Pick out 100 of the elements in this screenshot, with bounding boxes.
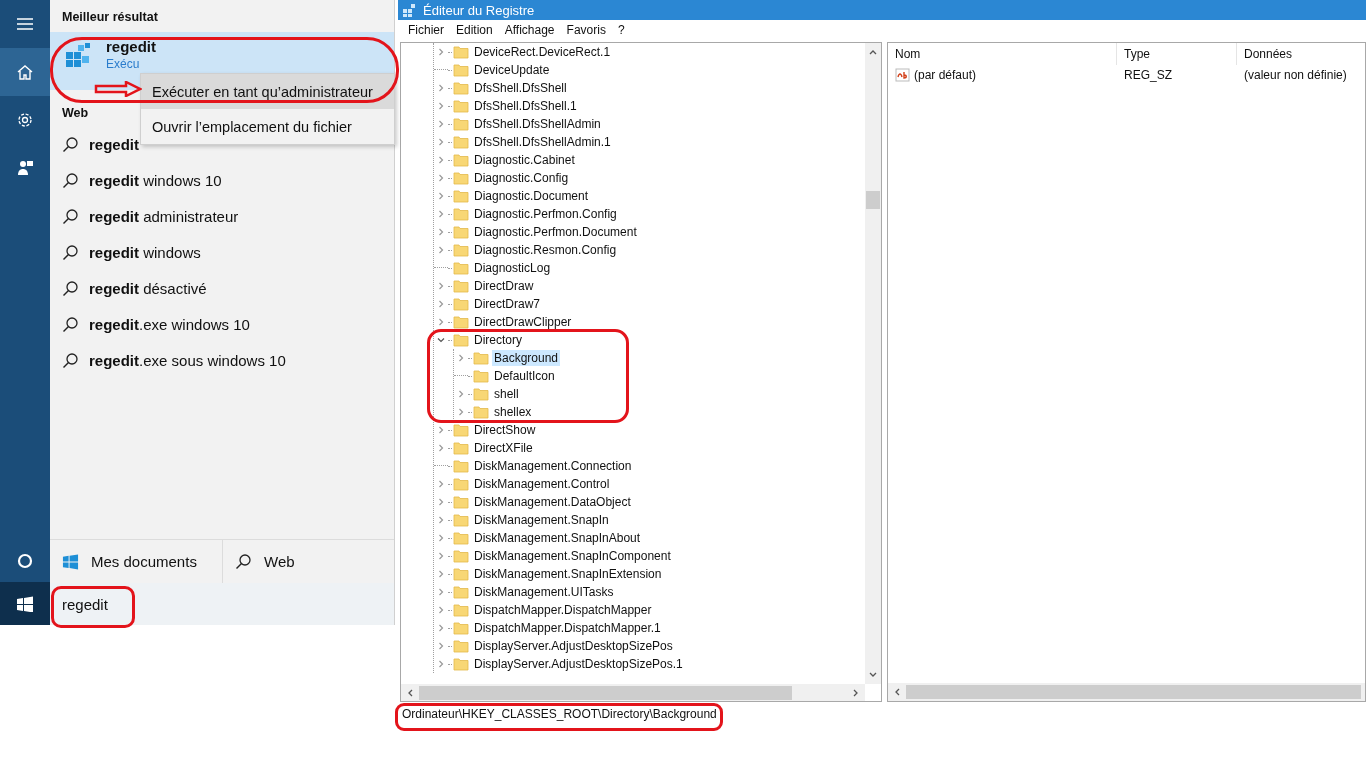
tree-item[interactable]: DiskManagement.DataObject bbox=[472, 494, 633, 510]
folder-icon bbox=[453, 477, 469, 491]
web-suggestion[interactable]: regedit windows 10 bbox=[89, 171, 222, 189]
search-field[interactable]: regedit bbox=[50, 583, 394, 625]
expand-chevron-icon[interactable] bbox=[437, 174, 445, 182]
start-button[interactable] bbox=[0, 582, 50, 625]
expand-chevron-icon[interactable] bbox=[437, 534, 445, 542]
settings-icon bbox=[16, 112, 34, 128]
tree-item[interactable]: DispatchMapper.DispatchMapper bbox=[472, 602, 654, 618]
column-header[interactable]: Nom bbox=[888, 43, 1117, 65]
annotation-arrow bbox=[94, 81, 142, 97]
collapse-chevron-icon[interactable] bbox=[437, 336, 445, 344]
tree-item[interactable]: DiskManagement.SnapInExtension bbox=[472, 566, 664, 582]
tree-item[interactable]: DefaultIcon bbox=[492, 368, 557, 384]
web-suggestion[interactable]: regedit désactivé bbox=[89, 279, 207, 297]
tree-item[interactable]: DiskManagement.Control bbox=[472, 476, 612, 492]
expand-chevron-icon[interactable] bbox=[437, 570, 445, 578]
web-suggestion[interactable]: regedit.exe sous windows 10 bbox=[89, 351, 286, 369]
tree-item[interactable]: Diagnostic.Resmon.Config bbox=[472, 242, 619, 258]
web-suggestion[interactable]: regedit administrateur bbox=[89, 207, 239, 225]
search-scope[interactable]: Mes documents bbox=[91, 553, 197, 570]
folder-icon bbox=[453, 567, 469, 581]
expand-chevron-icon[interactable] bbox=[437, 210, 445, 218]
expand-chevron-icon[interactable] bbox=[437, 624, 445, 632]
expand-chevron-icon[interactable] bbox=[437, 156, 445, 164]
horizontal-scrollbar[interactable] bbox=[888, 683, 1365, 701]
home-button[interactable] bbox=[0, 48, 50, 96]
expand-chevron-icon[interactable] bbox=[437, 642, 445, 650]
menu-item[interactable]: Affichage bbox=[498, 23, 561, 37]
tree-item[interactable]: Diagnostic.Perfmon.Config bbox=[472, 206, 619, 222]
tree-item[interactable]: DirectShow bbox=[472, 422, 538, 438]
folder-icon bbox=[453, 657, 469, 671]
search-scope[interactable]: Web bbox=[264, 553, 295, 570]
tree-item[interactable]: DeviceRect.DeviceRect.1 bbox=[472, 44, 613, 60]
expand-chevron-icon[interactable] bbox=[457, 354, 465, 362]
expand-chevron-icon[interactable] bbox=[437, 516, 445, 524]
tree-item[interactable]: DiskManagement.SnapInAbout bbox=[472, 530, 643, 546]
tree-item[interactable]: Diagnostic.Cabinet bbox=[472, 152, 577, 168]
expand-chevron-icon[interactable] bbox=[437, 552, 445, 560]
tree-item[interactable]: DfsShell.DfsShell.1 bbox=[472, 98, 579, 114]
tree-item[interactable]: Diagnostic.Perfmon.Document bbox=[472, 224, 639, 240]
tree-item[interactable]: Background bbox=[492, 350, 561, 366]
tree-item[interactable]: shellex bbox=[492, 404, 534, 420]
expand-chevron-icon[interactable] bbox=[457, 390, 465, 398]
menu-item[interactable]: ? bbox=[611, 23, 631, 37]
menu-item[interactable]: Edition bbox=[450, 23, 499, 37]
tree-item[interactable]: DfsShell.DfsShellAdmin.1 bbox=[472, 134, 613, 150]
context-menu-item[interactable]: Ouvrir l’emplacement du fichier bbox=[141, 109, 394, 144]
tree-item[interactable]: DirectDrawClipper bbox=[472, 314, 574, 330]
tree-item[interactable]: DiskManagement.Connection bbox=[472, 458, 634, 474]
menu-item[interactable]: Favoris bbox=[560, 23, 612, 37]
scroll-thumb[interactable] bbox=[866, 191, 880, 209]
expand-chevron-icon[interactable] bbox=[437, 192, 445, 200]
horizontal-scrollbar[interactable] bbox=[401, 684, 865, 701]
tree-item[interactable]: DirectXFile bbox=[472, 440, 535, 456]
tree-item[interactable]: Diagnostic.Document bbox=[472, 188, 591, 204]
tree-item[interactable]: DfsShell.DfsShell bbox=[472, 80, 569, 96]
expand-chevron-icon[interactable] bbox=[437, 120, 445, 128]
menu-icon bbox=[16, 16, 34, 32]
web-suggestion[interactable]: regedit.exe windows 10 bbox=[89, 315, 250, 333]
expand-chevron-icon[interactable] bbox=[437, 138, 445, 146]
expand-chevron-icon[interactable] bbox=[457, 408, 465, 416]
folder-icon bbox=[453, 513, 469, 527]
expand-chevron-icon[interactable] bbox=[437, 282, 445, 290]
expand-chevron-icon[interactable] bbox=[437, 48, 445, 56]
expand-chevron-icon[interactable] bbox=[437, 498, 445, 506]
web-suggestion[interactable]: regedit bbox=[89, 135, 139, 153]
expand-chevron-icon[interactable] bbox=[437, 246, 445, 254]
tree-item[interactable]: Diagnostic.Config bbox=[472, 170, 571, 186]
expand-chevron-icon[interactable] bbox=[437, 588, 445, 596]
column-header[interactable]: Type bbox=[1117, 43, 1237, 65]
tree-item[interactable]: DiskManagement.SnapIn bbox=[472, 512, 611, 528]
folder-icon bbox=[473, 405, 489, 419]
expand-chevron-icon[interactable] bbox=[437, 660, 445, 668]
expand-chevron-icon[interactable] bbox=[437, 84, 445, 92]
tree-item[interactable]: DispatchMapper.DispatchMapper.1 bbox=[472, 620, 663, 636]
column-header[interactable]: Données bbox=[1237, 43, 1365, 65]
tree-item[interactable]: DiagnosticLog bbox=[472, 260, 553, 276]
expand-chevron-icon[interactable] bbox=[437, 318, 445, 326]
tree-item[interactable]: DeviceUpdate bbox=[472, 62, 552, 78]
tree-item[interactable]: DisplayServer.AdjustDesktopSizePos bbox=[472, 638, 675, 654]
expand-chevron-icon[interactable] bbox=[437, 300, 445, 308]
web-suggestion[interactable]: regedit windows bbox=[89, 243, 201, 261]
tree-item[interactable]: DiskManagement.UITasks bbox=[472, 584, 616, 600]
tree-item[interactable]: Directory bbox=[472, 332, 524, 348]
tree-item[interactable]: DisplayServer.AdjustDesktopSizePos.1 bbox=[472, 656, 685, 672]
expand-chevron-icon[interactable] bbox=[437, 426, 445, 434]
menu-item[interactable]: Fichier bbox=[402, 23, 450, 37]
expand-chevron-icon[interactable] bbox=[437, 102, 445, 110]
tree-item[interactable]: DirectDraw7 bbox=[472, 296, 542, 312]
expand-chevron-icon[interactable] bbox=[437, 444, 445, 452]
expand-chevron-icon[interactable] bbox=[437, 606, 445, 614]
tree-item[interactable]: DirectDraw bbox=[472, 278, 536, 294]
search-icon bbox=[62, 279, 79, 297]
expand-chevron-icon[interactable] bbox=[437, 228, 445, 236]
folder-icon bbox=[453, 117, 469, 131]
tree-item[interactable]: DiskManagement.SnapInComponent bbox=[472, 548, 673, 564]
tree-item[interactable]: shell bbox=[492, 386, 521, 402]
expand-chevron-icon[interactable] bbox=[437, 480, 445, 488]
tree-item[interactable]: DfsShell.DfsShellAdmin bbox=[472, 116, 603, 132]
